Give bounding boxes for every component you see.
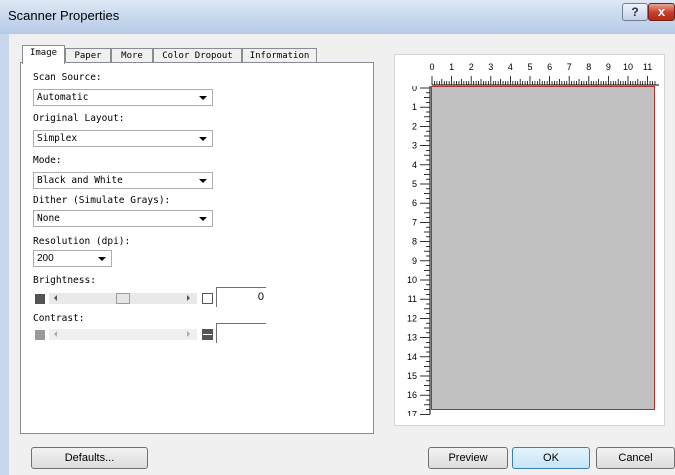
preview-button[interactable]: Preview xyxy=(428,447,508,469)
brightness-value-box[interactable]: 0 xyxy=(216,287,266,307)
close-button[interactable]: x xyxy=(648,3,675,21)
contrast-high-swatch xyxy=(202,329,213,340)
ruler-y-label: 13 xyxy=(407,333,417,343)
ruler-x-label: 5 xyxy=(527,62,532,72)
brightness-dark-swatch xyxy=(35,294,45,304)
dither-value: None xyxy=(37,213,60,224)
original-layout-label: Original Layout: xyxy=(33,113,125,124)
dither-dropdown[interactable]: None xyxy=(33,210,213,227)
tab-color-dropout[interactable]: Color Dropout xyxy=(153,48,242,63)
vertical-ruler: 01234567891011121314151617 xyxy=(407,86,431,416)
ruler-x-label: 11 xyxy=(643,62,652,72)
ruler-y-label: 2 xyxy=(412,121,417,131)
ruler-x-label: 4 xyxy=(508,62,513,72)
tab-paper[interactable]: Paper xyxy=(65,48,111,63)
ruler-x-label: 7 xyxy=(567,62,572,72)
tab-information[interactable]: Information xyxy=(242,48,317,63)
ruler-y-label: 17 xyxy=(407,409,417,416)
window-title: Scanner Properties xyxy=(8,8,120,23)
help-button[interactable]: ? xyxy=(622,3,648,21)
resolution-dropdown[interactable]: 200 xyxy=(33,250,112,267)
defaults-button[interactable]: Defaults... xyxy=(31,447,148,469)
chevron-down-icon xyxy=(199,96,207,100)
mode-value: Black and White xyxy=(37,175,123,186)
resolution-value: 200 xyxy=(37,253,54,264)
ruler-y-label: 6 xyxy=(412,198,417,208)
ruler-y-label: 12 xyxy=(407,313,417,323)
ruler-y-label: 7 xyxy=(412,217,417,227)
resolution-label: Resolution (dpi): xyxy=(33,236,131,247)
left-arrow-icon xyxy=(54,331,57,337)
scan-source-dropdown[interactable]: Automatic xyxy=(33,89,213,106)
ruler-y-label: 10 xyxy=(407,275,417,285)
ruler-y-label: 15 xyxy=(407,371,417,381)
chevron-down-icon xyxy=(199,217,207,221)
ruler-y-label: 16 xyxy=(407,390,417,400)
ruler-y-label: 11 xyxy=(408,294,417,304)
ruler-y-label: 3 xyxy=(412,141,417,151)
ok-button[interactable]: OK xyxy=(512,447,590,469)
ruler-x-label: 2 xyxy=(469,62,474,72)
ruler-x-label: 10 xyxy=(623,62,633,72)
contrast-slider xyxy=(49,329,197,340)
cancel-button[interactable]: Cancel xyxy=(596,447,675,469)
ruler-x-label: 6 xyxy=(547,62,552,72)
scan-preview-area[interactable] xyxy=(431,86,655,410)
contrast-value-box xyxy=(216,323,266,343)
right-arrow-icon xyxy=(187,331,190,337)
ruler-x-label: 9 xyxy=(606,62,611,72)
window-frame-left xyxy=(0,34,9,475)
horizontal-ruler: 0 1 2 3 4 5 6 7 8 9 10 11 xyxy=(429,62,659,86)
tab-image[interactable]: Image xyxy=(22,45,65,64)
ruler-y-label: 8 xyxy=(412,237,417,247)
brightness-slider[interactable] xyxy=(49,293,197,304)
ruler-y-label: 9 xyxy=(412,256,417,266)
original-layout-value: Simplex xyxy=(37,133,78,144)
ruler-y-label: 1 xyxy=(412,102,417,112)
chevron-down-icon xyxy=(98,257,106,261)
scanner-properties-window: Scanner Properties ? x Image Paper More … xyxy=(0,0,675,475)
scan-source-value: Automatic xyxy=(37,92,89,103)
brightness-light-swatch xyxy=(202,293,213,304)
original-layout-dropdown[interactable]: Simplex xyxy=(33,130,213,147)
brightness-label: Brightness: xyxy=(33,275,96,286)
contrast-label: Contrast: xyxy=(33,313,85,324)
mode-label: Mode: xyxy=(33,155,62,166)
scan-source-label: Scan Source: xyxy=(33,72,102,83)
mode-dropdown[interactable]: Black and White xyxy=(33,172,213,189)
ruler-x-label: 0 xyxy=(429,62,434,72)
ruler-x-label: 8 xyxy=(586,62,591,72)
left-arrow-icon[interactable] xyxy=(54,295,57,301)
ruler-x-label: 3 xyxy=(488,62,493,72)
ruler-x-label: 1 xyxy=(449,62,454,72)
chevron-down-icon xyxy=(199,179,207,183)
contrast-low-swatch xyxy=(35,330,45,340)
ruler-y-label: 14 xyxy=(407,352,417,362)
ruler-y-label: 4 xyxy=(412,160,417,170)
tab-more[interactable]: More xyxy=(111,48,153,63)
brightness-slider-thumb[interactable] xyxy=(116,293,130,304)
ruler-y-label: 5 xyxy=(412,179,417,189)
chevron-down-icon xyxy=(199,137,207,141)
title-bar: Scanner Properties ? x xyxy=(0,0,675,34)
right-arrow-icon[interactable] xyxy=(187,295,190,301)
dither-label: Dither (Simulate Grays): xyxy=(33,195,171,206)
ruler-y-label: 0 xyxy=(412,86,417,93)
